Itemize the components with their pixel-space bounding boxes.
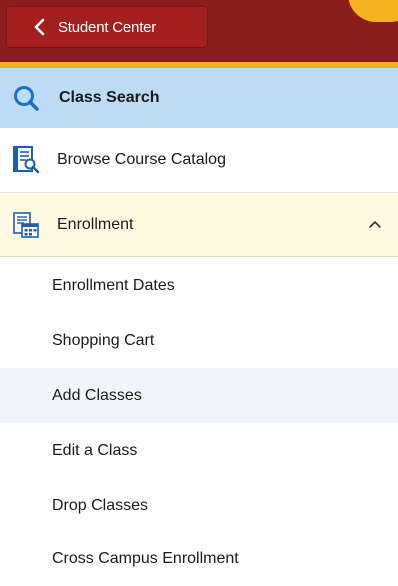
- nav-item-enrollment-label: Enrollment: [57, 215, 134, 233]
- student-nav-panel: Student Center Class Search Browse Cours…: [0, 0, 398, 586]
- enrollment-item-drop-classes[interactable]: Drop Classes: [0, 478, 398, 533]
- nav-item-class-search[interactable]: Class Search: [0, 68, 398, 128]
- enrollment-item-label: Edit a Class: [52, 441, 138, 459]
- catalog-search-icon: [13, 146, 40, 174]
- header-bar: Student Center: [0, 0, 398, 62]
- search-icon: [14, 86, 39, 111]
- chevron-left-icon: [34, 18, 45, 36]
- nav-item-browse-label: Browse Course Catalog: [57, 151, 226, 168]
- enrollment-item-shopping-cart[interactable]: Shopping Cart: [0, 313, 398, 368]
- enrollment-item-label: Enrollment Dates: [52, 276, 175, 294]
- chevron-up-icon[interactable]: [368, 219, 382, 229]
- enrollment-calendar-icon: [13, 212, 39, 238]
- nav-item-browse-course-catalog[interactable]: Browse Course Catalog: [0, 128, 398, 193]
- enrollment-item-label: Shopping Cart: [52, 331, 155, 349]
- student-center-back-button[interactable]: Student Center: [6, 6, 208, 48]
- enrollment-item-cross-campus-enrollment[interactable]: Cross Campus Enrollment: [0, 531, 398, 586]
- enrollment-item-label: Cross Campus Enrollment: [52, 549, 239, 567]
- enrollment-item-edit-a-class[interactable]: Edit a Class: [0, 423, 398, 478]
- enrollment-item-label: Drop Classes: [52, 496, 149, 514]
- back-button-label: Student Center: [58, 18, 157, 36]
- enrollment-item-enrollment-dates[interactable]: Enrollment Dates: [0, 258, 398, 313]
- nav-item-class-search-label: Class Search: [59, 89, 160, 106]
- enrollment-item-label: Add Classes: [52, 386, 142, 404]
- header-accent-shape: [348, 0, 398, 22]
- enrollment-item-add-classes[interactable]: Add Classes: [0, 368, 398, 423]
- nav-item-enrollment[interactable]: Enrollment: [0, 193, 398, 257]
